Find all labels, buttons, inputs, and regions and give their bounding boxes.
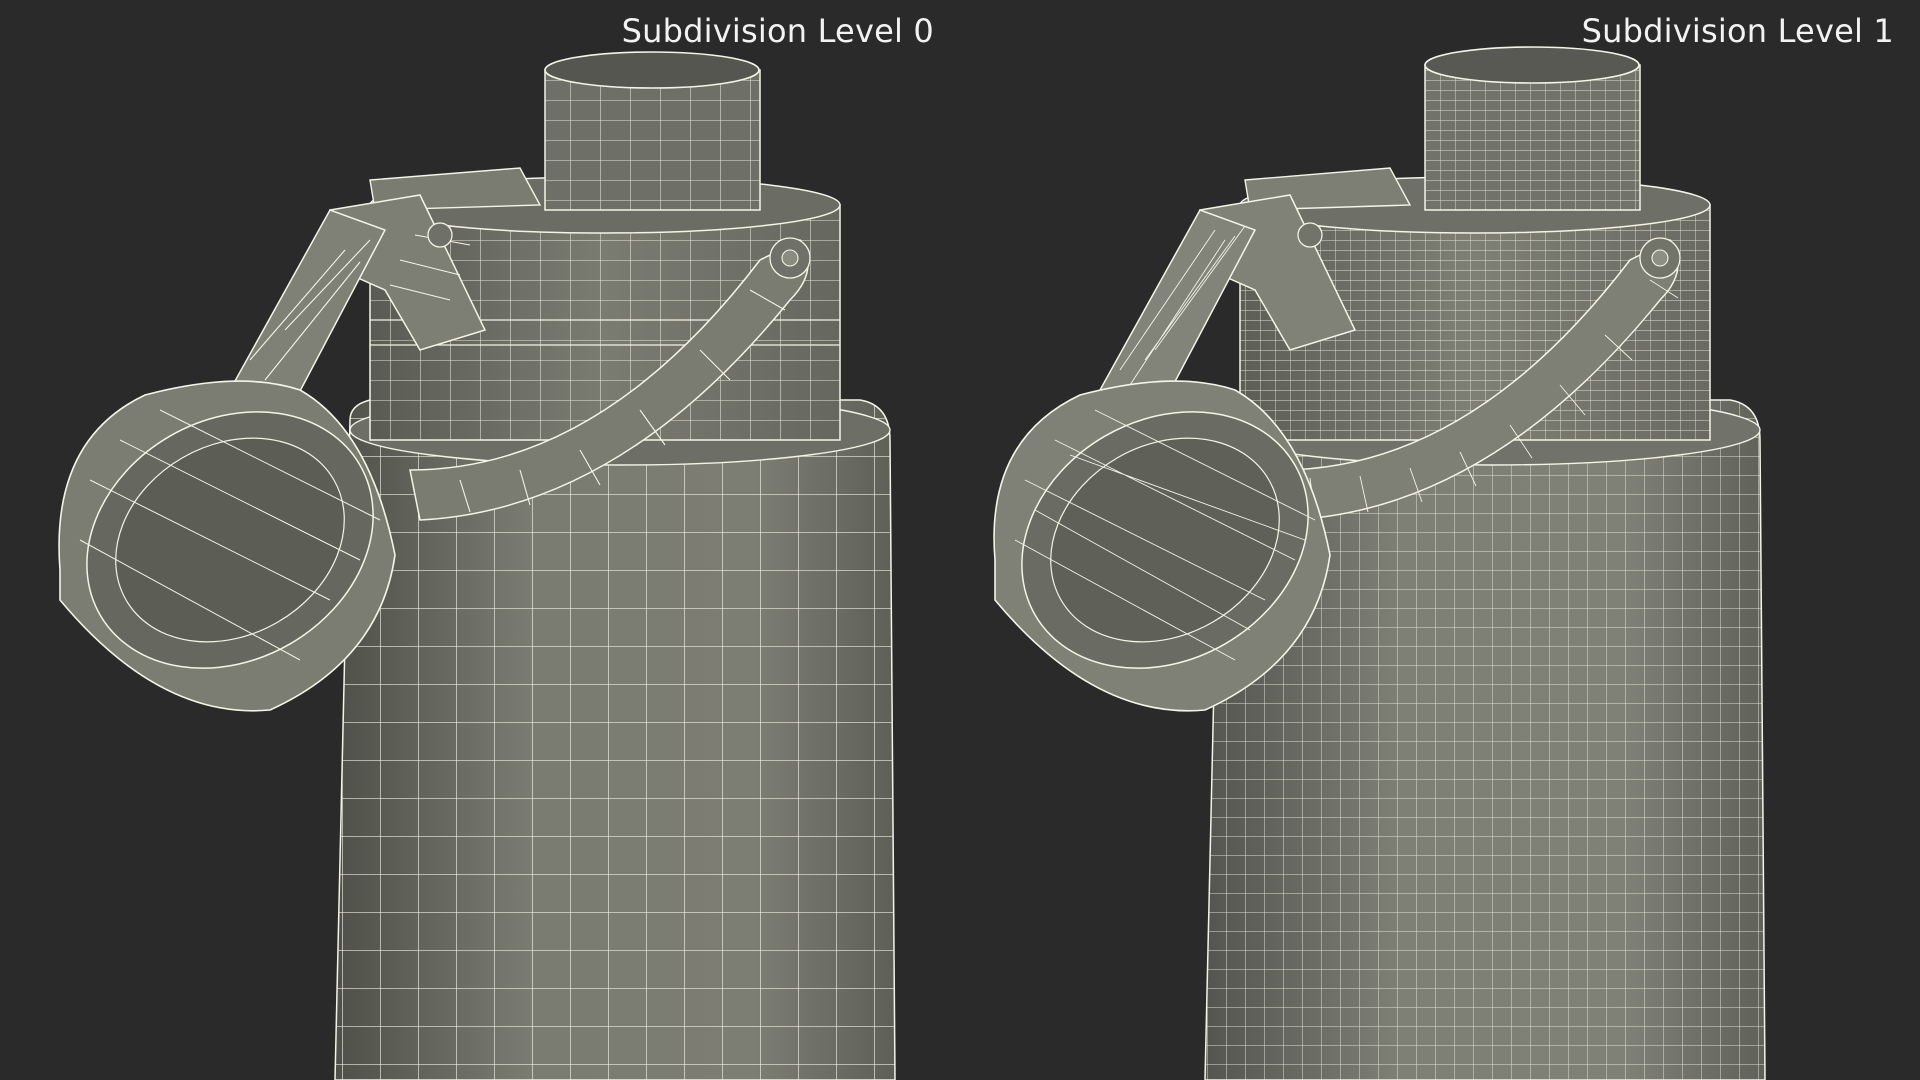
bottle-spout [1424,46,1641,211]
panel-label-level-1: Subdivision Level 1 [1581,12,1894,50]
bottle-spout [544,51,761,211]
bottle-render-level-1 [993,46,1766,1080]
panel-subdivision-level-1: Subdivision Level 1 [960,0,1920,1080]
bottle-body [334,399,896,1080]
render-viewport: Subdivision Level 0 Subdivision Level 1 [0,0,1920,1080]
bottle-render-level-0 [58,51,896,1080]
panel-label-level-0: Subdivision Level 0 [621,12,934,50]
panel-subdivision-level-0: Subdivision Level 0 [0,0,960,1080]
